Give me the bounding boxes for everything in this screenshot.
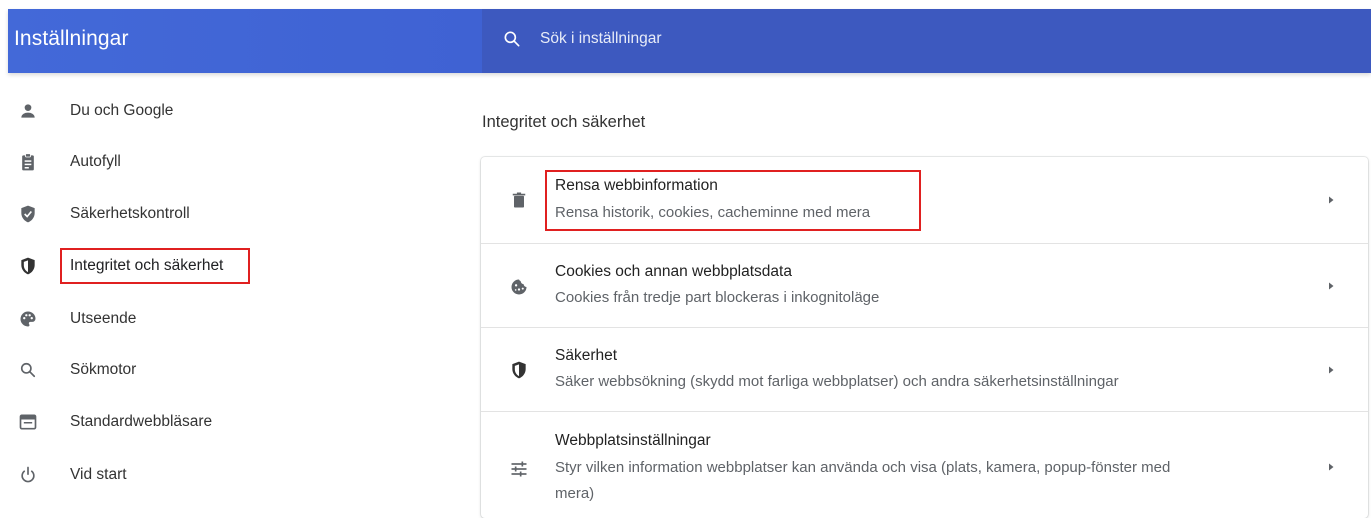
search-icon xyxy=(502,29,522,49)
sidebar-item-label: Autofyll xyxy=(70,153,121,170)
row-title: Cookies och annan webbplatsdata xyxy=(555,263,792,280)
sidebar-item-label: Utseende xyxy=(70,310,137,327)
sidebar-item-sokmotor[interactable]: Sökmotor xyxy=(0,350,470,390)
row-subtitle: Cookies från tredje part blockeras i ink… xyxy=(555,289,880,306)
row-subtitle-line-2: mera) xyxy=(555,485,595,502)
sidebar-item-sakerhetskontroll[interactable]: Säkerhetskontroll xyxy=(0,194,470,234)
palette-icon xyxy=(18,309,38,329)
search-placeholder: Sök i inställningar xyxy=(540,30,662,47)
chevron-right-icon xyxy=(1326,195,1336,205)
settings-header: Inställningar Sök i inställningar xyxy=(8,9,1371,73)
row-subtitle: Rensa historik, cookies, cacheminne med … xyxy=(555,204,871,221)
sidebar-item-label: Integritet och säkerhet xyxy=(70,257,224,274)
page-title: Inställningar xyxy=(14,27,129,50)
shield-half-icon xyxy=(509,360,529,380)
chevron-right-icon xyxy=(1326,462,1336,472)
row-rensa-webbinformation[interactable]: Rensa webbinformation Rensa historik, co… xyxy=(481,157,1368,243)
shield-half-icon xyxy=(18,256,38,276)
privacy-settings-card: Rensa webbinformation Rensa historik, co… xyxy=(481,157,1368,518)
sidebar-item-integritet-och-sakerhet[interactable]: Integritet och säkerhet xyxy=(0,246,470,286)
header-title-area: Inställningar xyxy=(8,9,482,73)
sidebar-item-standardwebblasare[interactable]: Standardwebbläsare xyxy=(0,402,470,442)
chevron-right-icon xyxy=(1326,365,1336,375)
search-input[interactable]: Sök i inställningar xyxy=(482,9,1371,73)
sidebar-item-label: Standardwebbläsare xyxy=(70,413,213,430)
row-cookies[interactable]: Cookies och annan webbplatsdata Cookies … xyxy=(481,243,1368,328)
row-subtitle: Säker webbsökning (skydd mot farliga web… xyxy=(555,373,1119,390)
sidebar-item-label: Säkerhetskontroll xyxy=(70,205,190,222)
search-icon xyxy=(18,360,38,380)
row-subtitle-line-1: Styr vilken information webbplatser kan … xyxy=(555,459,1171,476)
cookie-icon xyxy=(509,277,529,297)
sidebar-item-label: Du och Google xyxy=(70,102,174,119)
clipboard-icon xyxy=(18,152,38,172)
sidebar-item-vid-start[interactable]: Vid start xyxy=(0,455,470,495)
chevron-right-icon xyxy=(1326,281,1336,291)
sidebar-item-autofyll[interactable]: Autofyll xyxy=(0,142,470,182)
browser-window-icon xyxy=(18,412,38,432)
power-icon xyxy=(18,465,38,485)
person-icon xyxy=(18,101,38,121)
sidebar-item-label: Vid start xyxy=(70,466,127,483)
shield-check-icon xyxy=(18,204,38,224)
trash-icon xyxy=(509,190,529,210)
sidebar-item-du-och-google[interactable]: Du och Google xyxy=(0,91,470,131)
section-title: Integritet och säkerhet xyxy=(482,113,646,131)
row-title: Webbplatsinställningar xyxy=(555,432,711,449)
tune-icon xyxy=(509,459,529,479)
sidebar-item-utseende[interactable]: Utseende xyxy=(0,299,470,339)
row-sakerhet[interactable]: Säkerhet Säker webbsökning (skydd mot fa… xyxy=(481,327,1368,412)
row-webbplatsinstallningar[interactable]: Webbplatsinställningar Styr vilken infor… xyxy=(481,411,1368,518)
sidebar-item-label: Sökmotor xyxy=(70,361,137,378)
row-title: Rensa webbinformation xyxy=(555,177,718,194)
row-title: Säkerhet xyxy=(555,347,618,364)
